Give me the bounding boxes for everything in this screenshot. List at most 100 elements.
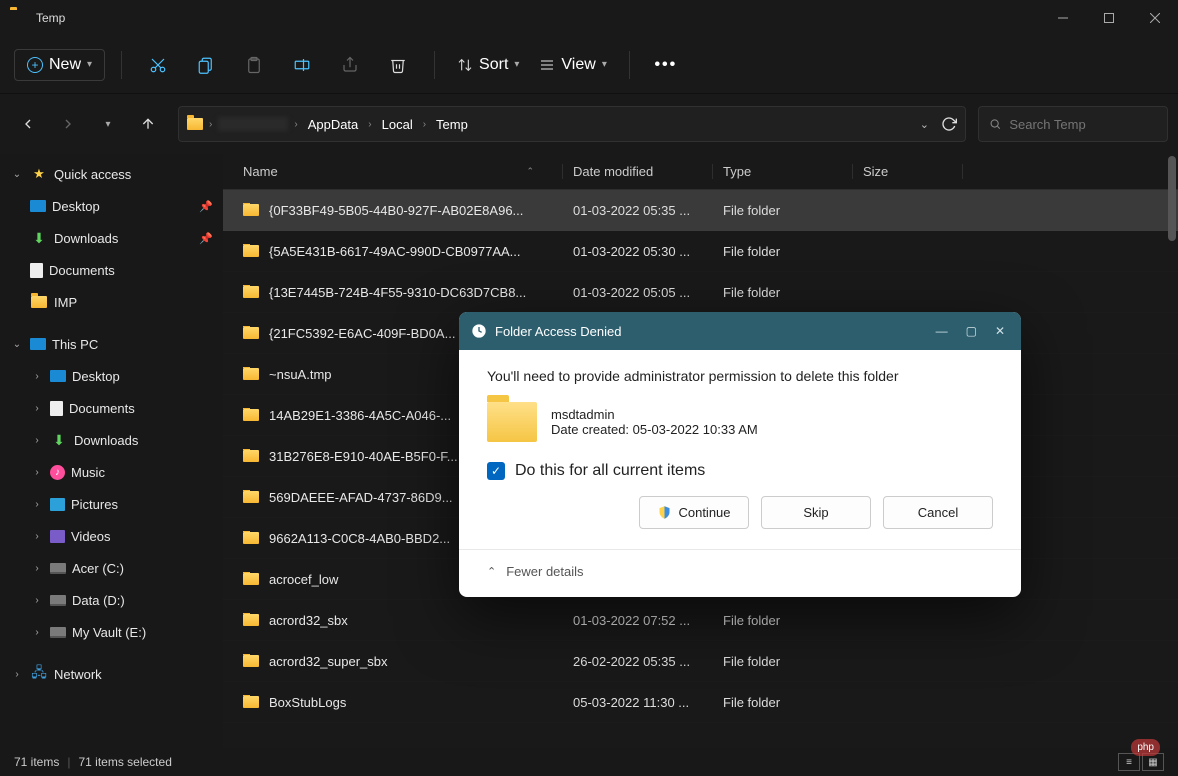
sort-icon: [457, 57, 473, 73]
sidebar-downloads2[interactable]: ›⬇Downloads: [0, 424, 223, 456]
up-button[interactable]: [130, 106, 166, 142]
continue-button[interactable]: Continue: [639, 496, 749, 529]
column-headers: Name⌃ Date modified Type Size: [223, 154, 1178, 190]
drive-icon: [50, 595, 66, 606]
view-button[interactable]: View ▾: [533, 52, 612, 78]
drive-icon: [50, 563, 66, 574]
folder-icon: [243, 532, 259, 544]
folder-icon: [243, 450, 259, 462]
search-input[interactable]: [1009, 117, 1157, 132]
delete-icon[interactable]: [378, 47, 418, 83]
cut-icon[interactable]: [138, 47, 178, 83]
breadcrumb-seg[interactable]: Temp: [432, 115, 472, 134]
dialog-title: Folder Access Denied: [495, 324, 621, 339]
dialog-close-button[interactable]: ✕: [995, 324, 1005, 338]
dialog-minimize-button[interactable]: —: [936, 324, 948, 338]
maximize-button[interactable]: [1086, 0, 1132, 36]
file-name: {13E7445B-724B-4F55-9310-DC63D7CB8...: [269, 285, 526, 300]
sidebar-pictures[interactable]: ›Pictures: [0, 488, 223, 520]
desktop-icon: [50, 370, 66, 382]
checkbox-icon[interactable]: ✓: [487, 462, 505, 480]
sort-button[interactable]: Sort ▾: [451, 52, 525, 78]
dialog-checkbox-row[interactable]: ✓ Do this for all current items: [487, 462, 993, 480]
file-name: ~nsuA.tmp: [269, 367, 332, 382]
drive-icon: [50, 627, 66, 638]
music-icon: ♪: [50, 465, 65, 480]
sidebar-documents[interactable]: Documents: [0, 254, 223, 286]
folder-icon: [243, 696, 259, 708]
dialog-maximize-button[interactable]: ▢: [966, 324, 977, 338]
sidebar-vault[interactable]: ›My Vault (E:): [0, 616, 223, 648]
sidebar-desktop[interactable]: Desktop📌: [0, 190, 223, 222]
skip-button[interactable]: Skip: [761, 496, 871, 529]
breadcrumb-seg[interactable]: AppData: [304, 115, 363, 134]
column-size[interactable]: Size: [853, 164, 963, 179]
dialog-folder-access-denied: Folder Access Denied — ▢ ✕ You'll need t…: [459, 312, 1021, 597]
breadcrumb-user[interactable]: [218, 117, 288, 131]
cancel-button[interactable]: Cancel: [883, 496, 993, 529]
sidebar-quick-access[interactable]: ⌄★Quick access: [0, 158, 223, 190]
sidebar-acer[interactable]: ›Acer (C:): [0, 552, 223, 584]
rename-icon[interactable]: [282, 47, 322, 83]
file-type: File folder: [713, 244, 853, 259]
download-icon: ⬇: [30, 229, 48, 247]
refresh-icon[interactable]: [941, 116, 957, 132]
copy-icon[interactable]: [186, 47, 226, 83]
column-name[interactable]: Name⌃: [243, 164, 563, 179]
file-row[interactable]: {0F33BF49-5B05-44B0-927F-AB02E8A96...01-…: [223, 190, 1178, 231]
breadcrumb-seg[interactable]: Local: [378, 115, 417, 134]
file-name: {5A5E431B-6617-49AC-990D-CB0977AA...: [269, 244, 521, 259]
document-icon: [50, 401, 63, 416]
file-type: File folder: [713, 203, 853, 218]
sidebar-data[interactable]: ›Data (D:): [0, 584, 223, 616]
new-button[interactable]: + New ▾: [14, 49, 105, 81]
recent-button[interactable]: ▾: [90, 106, 126, 142]
address-bar[interactable]: › › AppData › Local › Temp ⌄: [178, 106, 966, 142]
separator-icon: ›: [209, 119, 212, 130]
file-date: 05-03-2022 11:30 ...: [563, 695, 713, 710]
sidebar-imp[interactable]: IMP: [0, 286, 223, 318]
chevron-down-icon[interactable]: ⌄: [920, 118, 929, 131]
file-name: 9662A113-C0C8-4AB0-BBD2...: [269, 531, 450, 546]
back-button[interactable]: [10, 106, 46, 142]
sidebar-documents2[interactable]: ›Documents: [0, 392, 223, 424]
file-row[interactable]: acrord32_sbx01-03-2022 07:52 ...File fol…: [223, 600, 1178, 641]
column-type[interactable]: Type: [713, 164, 853, 179]
sidebar-network[interactable]: ›🖧Network: [0, 658, 223, 690]
file-row[interactable]: BoxStubLogs05-03-2022 11:30 ...File fold…: [223, 682, 1178, 723]
file-row[interactable]: {5A5E431B-6617-49AC-990D-CB0977AA...01-0…: [223, 231, 1178, 272]
sidebar-desktop2[interactable]: ›Desktop: [0, 360, 223, 392]
more-button[interactable]: •••: [646, 47, 686, 83]
document-icon: [30, 263, 43, 278]
nav-bar: ▾ › › AppData › Local › Temp ⌄: [0, 94, 1178, 154]
sidebar-downloads[interactable]: ⬇Downloads📌: [0, 222, 223, 254]
dialog-message: You'll need to provide administrator per…: [487, 368, 993, 384]
view-label: View: [561, 56, 595, 74]
column-date[interactable]: Date modified: [563, 164, 713, 179]
pictures-icon: [50, 498, 65, 511]
pin-icon: 📌: [199, 232, 213, 245]
sidebar-videos[interactable]: ›Videos: [0, 520, 223, 552]
close-button[interactable]: [1132, 0, 1178, 36]
file-row[interactable]: acrord32_super_sbx26-02-2022 05:35 ...Fi…: [223, 641, 1178, 682]
title-bar: Temp: [0, 0, 1178, 36]
folder-icon: [243, 245, 259, 257]
status-selected: 71 items selected: [78, 755, 171, 769]
divider: [629, 51, 630, 79]
forward-button[interactable]: [50, 106, 86, 142]
dialog-footer[interactable]: ⌃ Fewer details: [459, 549, 1021, 597]
share-icon[interactable]: [330, 47, 370, 83]
file-row[interactable]: {13E7445B-724B-4F55-9310-DC63D7CB8...01-…: [223, 272, 1178, 313]
minimize-button[interactable]: [1040, 0, 1086, 36]
dialog-checkbox-label: Do this for all current items: [515, 462, 705, 480]
chevron-up-icon: ⌃: [487, 565, 496, 578]
paste-icon[interactable]: [234, 47, 274, 83]
file-name: 569DAEEE-AFAD-4737-86D9...: [269, 490, 453, 505]
shield-icon: [657, 505, 672, 520]
sidebar-this-pc[interactable]: ⌄This PC: [0, 328, 223, 360]
scrollbar[interactable]: [1168, 156, 1176, 241]
divider: [434, 51, 435, 79]
dialog-folder-date: Date created: 05-03-2022 10:33 AM: [551, 422, 758, 437]
sidebar-music[interactable]: ›♪Music: [0, 456, 223, 488]
search-box[interactable]: [978, 106, 1168, 142]
